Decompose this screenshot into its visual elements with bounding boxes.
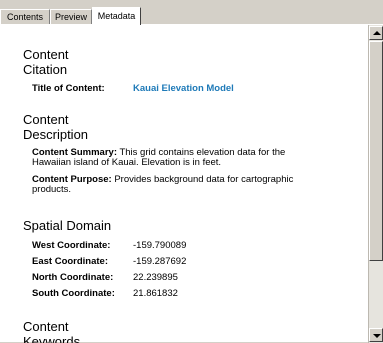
scroll-thumb[interactable] [369,41,383,261]
content-purpose-text-1: Provides background data for cartographi… [111,174,294,185]
east-coordinate-label: East Coordinate: [32,256,109,267]
tab-metadata[interactable]: Metadata [92,7,141,25]
title-of-content-value: Kauai Elevation Model [133,83,234,94]
south-coordinate-label: South Coordinate: [32,288,115,299]
south-coordinate-value: 21.861832 [133,288,178,299]
west-coordinate-label: West Coordinate: [32,240,111,251]
content-purpose-text-2: products. [32,184,72,195]
vertical-scrollbar[interactable] [368,25,383,343]
arrow-down-icon [373,334,381,338]
north-coordinate-value: 22.239895 [133,272,178,283]
north-coordinate-label: North Coordinate: [32,272,114,283]
metadata-panel: Content Citation Title of Content: Kauai… [0,24,383,343]
content-summary: Content Summary: This grid contains elev… [32,148,362,168]
tab-bar: Contents Preview Metadata [0,0,383,25]
tab-preview[interactable]: Preview [50,9,92,24]
content-summary-text-2: Hawaiian island of Kauai. Elevation is i… [32,157,222,168]
metadata-content: Content Citation Title of Content: Kauai… [0,25,368,343]
west-coordinate-value: -159.790089 [133,240,187,251]
title-of-content-label: Title of Content: [32,83,105,94]
east-coordinate-value: -159.287692 [133,256,187,267]
citation-heading-line1: Content [23,47,69,62]
scroll-down-button[interactable] [369,328,383,342]
tab-contents[interactable]: Contents [0,9,50,24]
description-heading-line1: Content [23,112,69,127]
keywords-heading-line1: Content [23,319,69,334]
description-heading-line2: Description [23,127,89,142]
arrow-up-icon [373,31,381,35]
content-purpose: Content Purpose: Provides background dat… [32,175,362,195]
scroll-up-button[interactable] [369,26,383,40]
spatial-domain-heading: Spatial Domain [23,218,112,233]
citation-heading-line2: Citation [23,62,68,77]
